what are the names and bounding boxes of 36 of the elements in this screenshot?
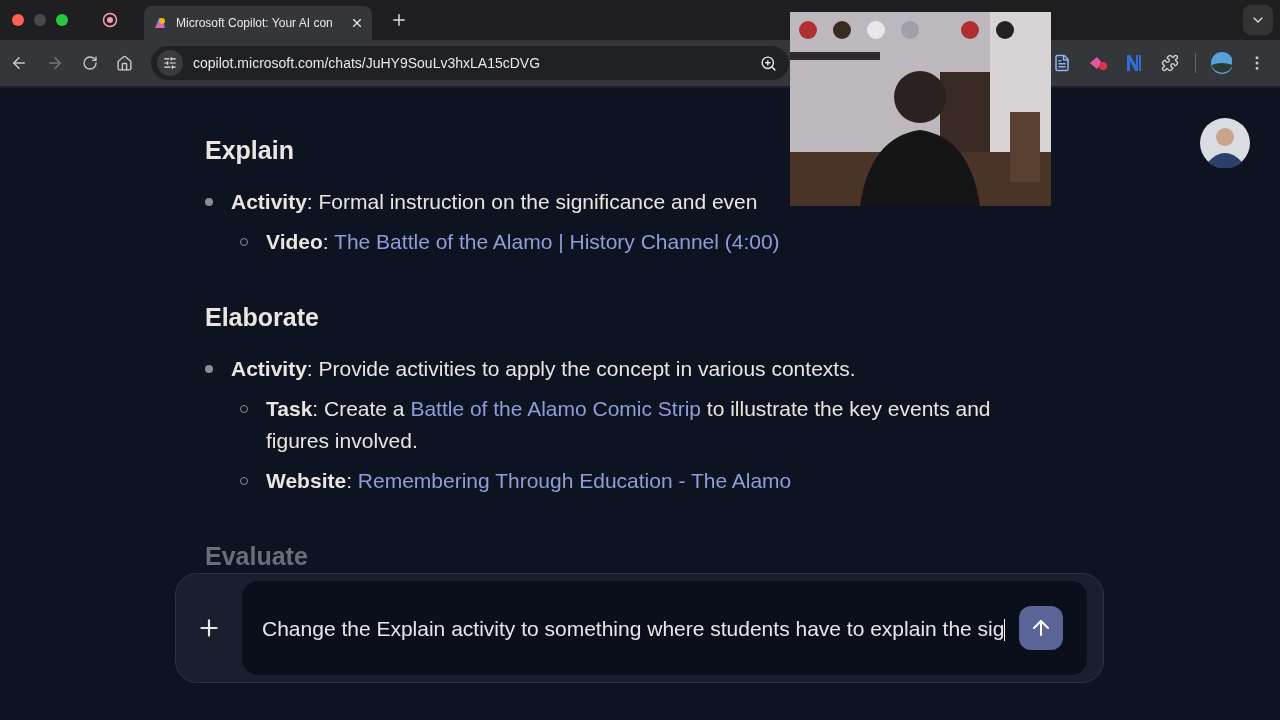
list-text: Activity: Formal instruction on the significance and even — [231, 189, 758, 215]
maximize-window-icon[interactable] — [56, 14, 68, 26]
list-text: Task: Create a Battle of the Alamo Comic Strip to illustrate the key events and figures involved. — [266, 396, 992, 454]
link[interactable]: Battle of the Alamo Comic Strip — [410, 397, 701, 420]
close-window-icon[interactable] — [12, 14, 24, 26]
list-text: Video: The Battle of the Alamo | History Channel (4:00) — [266, 229, 780, 255]
list-text: Activity: Provide activities to apply the concept in various contexts. — [231, 356, 856, 382]
extensions-icon[interactable] — [1161, 54, 1179, 72]
section-heading: Elaborate — [205, 303, 319, 331]
browser-tab[interactable]: Microsoft Copilot: Your AI con — [144, 6, 372, 40]
record-icon[interactable] — [102, 12, 118, 28]
copilot-logo-icon — [152, 15, 168, 31]
reload-icon[interactable] — [82, 55, 98, 71]
tab-search-icon[interactable] — [1243, 5, 1273, 35]
extension-icon[interactable] — [1125, 54, 1143, 72]
profile-icon[interactable] — [1210, 51, 1232, 75]
user-avatar-icon[interactable] — [1200, 118, 1250, 168]
link[interactable]: The Battle of the Alamo | History Channel (4:00) — [334, 230, 780, 253]
section-heading: Explain — [205, 136, 294, 164]
section-heading: Evaluate — [205, 542, 308, 570]
message-field[interactable]: Change the Explain activity to something where students have to explain the sig — [242, 581, 1087, 675]
send-button[interactable] — [1019, 606, 1063, 650]
address-bar[interactable]: copilot.microsoft.com/chats/JuHY9SouLv3hxLA15cDVG — [151, 46, 789, 80]
link[interactable]: Remembering Through Education - The Alamo — [357, 469, 792, 492]
site-settings-icon[interactable] — [157, 50, 183, 76]
document-icon[interactable] — [1053, 54, 1071, 72]
close-tab-icon[interactable] — [350, 16, 364, 30]
bullet-icon — [205, 365, 213, 373]
back-icon[interactable] — [10, 54, 28, 72]
zoom-icon[interactable] — [760, 54, 777, 72]
extension-icon[interactable] — [1088, 54, 1108, 72]
home-icon[interactable] — [116, 54, 133, 72]
list-text: Website: Remembering Through Education - The Alamo — [266, 468, 792, 494]
bullet-icon — [205, 198, 213, 206]
forward-icon[interactable] — [46, 54, 64, 72]
new-tab-icon[interactable] — [390, 11, 408, 29]
